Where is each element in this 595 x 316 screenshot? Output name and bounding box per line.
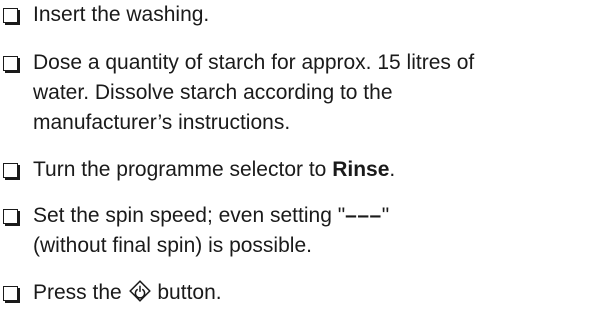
checkbox-icon [3,286,18,301]
item-line: water. Dissolve starch according to the [33,81,393,104]
checkbox-icon [3,56,18,71]
item-text: Set the spin speed; even setting "–––" (… [33,201,588,261]
item-text-prefix: Set the spin speed; even setting " [33,204,346,227]
no-spin-setting: ––– [345,204,382,227]
item-line: (without final spin) is possible. [33,234,312,257]
item-text-suffix: . [389,158,396,181]
item-line: Turn the programme selector to Rinse. [33,155,588,185]
item-text-suffix: " [381,204,390,227]
item-line: Insert the washing. [33,3,210,26]
item-text-prefix: Turn the programme selector to [33,158,333,181]
item-text: Dose a quantity of starch for approx. 15… [33,48,588,138]
item-line: manufacturer’s instructions. [33,111,291,134]
checkbox-icon [3,209,18,224]
item-text-suffix: button. [151,281,222,304]
start-pause-icon [128,280,151,302]
item-line: Set the spin speed; even setting "–––" [33,201,588,231]
checkbox-icon [3,8,18,23]
item-line: Press the button. [33,278,588,308]
item-text: Turn the programme selector to Rinse. [33,155,588,185]
checkbox-icon [3,163,18,178]
programme-name: Rinse [332,158,390,181]
item-line: Dose a quantity of starch for approx. 15… [33,51,475,74]
item-text-prefix: Press the [33,281,128,304]
item-text: Press the button. [33,278,588,308]
item-text: Insert the washing. [33,0,588,30]
